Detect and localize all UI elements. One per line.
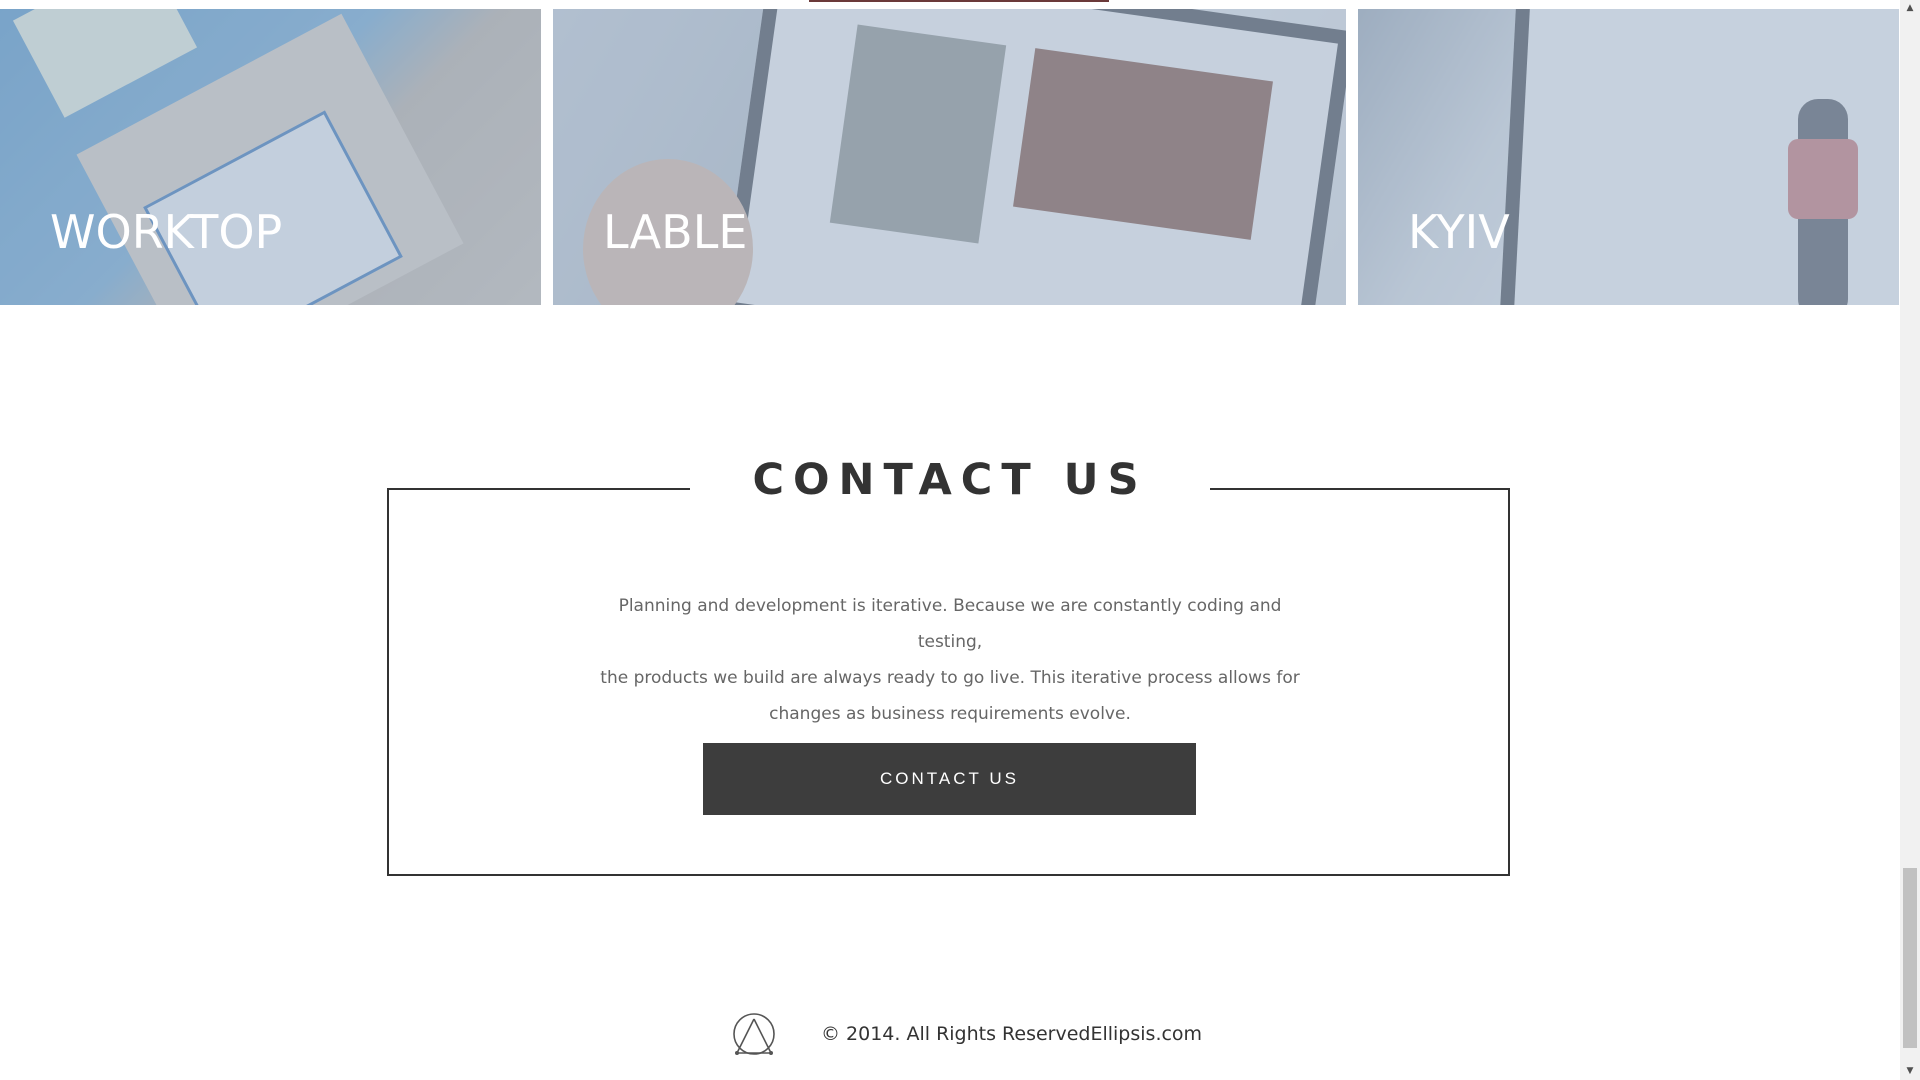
top-accent-bar [809, 0, 1109, 2]
contact-us-button[interactable]: CONTACT US [703, 743, 1196, 815]
contact-description-line-2: the products we build are always ready t… [600, 668, 1300, 688]
contact-description-line-3: changes as business requirements evolve. [769, 704, 1131, 724]
footer-copyright: © 2014. All Rights ReservedEllipsis.com [821, 1023, 1203, 1045]
tile-label-worktop: WORKTOP [50, 205, 283, 259]
contact-title: CONTACT US [752, 455, 1148, 505]
tile-overlay [553, 9, 1346, 305]
scroll-down-arrow-icon[interactable]: ▼ [1900, 1063, 1920, 1080]
portfolio-tile-lable[interactable]: LABLE [553, 9, 1346, 305]
ellipsis-logo-icon[interactable] [731, 1011, 777, 1059]
tile-label-kyiv: KYIV [1408, 205, 1510, 259]
scroll-up-arrow-icon[interactable]: ▲ [1900, 0, 1920, 17]
scrollbar-thumb[interactable] [1903, 868, 1917, 1048]
ellipsis-logo-svg [733, 1013, 775, 1055]
portfolio-tile-kyiv[interactable]: KYIV [1358, 9, 1899, 305]
contact-description-line-1: Planning and development is iterative. B… [618, 596, 1282, 652]
portfolio-tile-worktop[interactable]: WORKTOP [0, 9, 541, 305]
page: WORKTOP LABLE KYIV CONTACT US Planning a… [0, 0, 1920, 1080]
contact-description: Planning and development is iterative. B… [600, 588, 1300, 732]
tile-label-lable: LABLE [603, 205, 748, 259]
tile-overlay [0, 9, 541, 305]
tile-overlay [1358, 9, 1899, 305]
page-scrollbar[interactable]: ▲ ▼ [1900, 0, 1920, 1080]
